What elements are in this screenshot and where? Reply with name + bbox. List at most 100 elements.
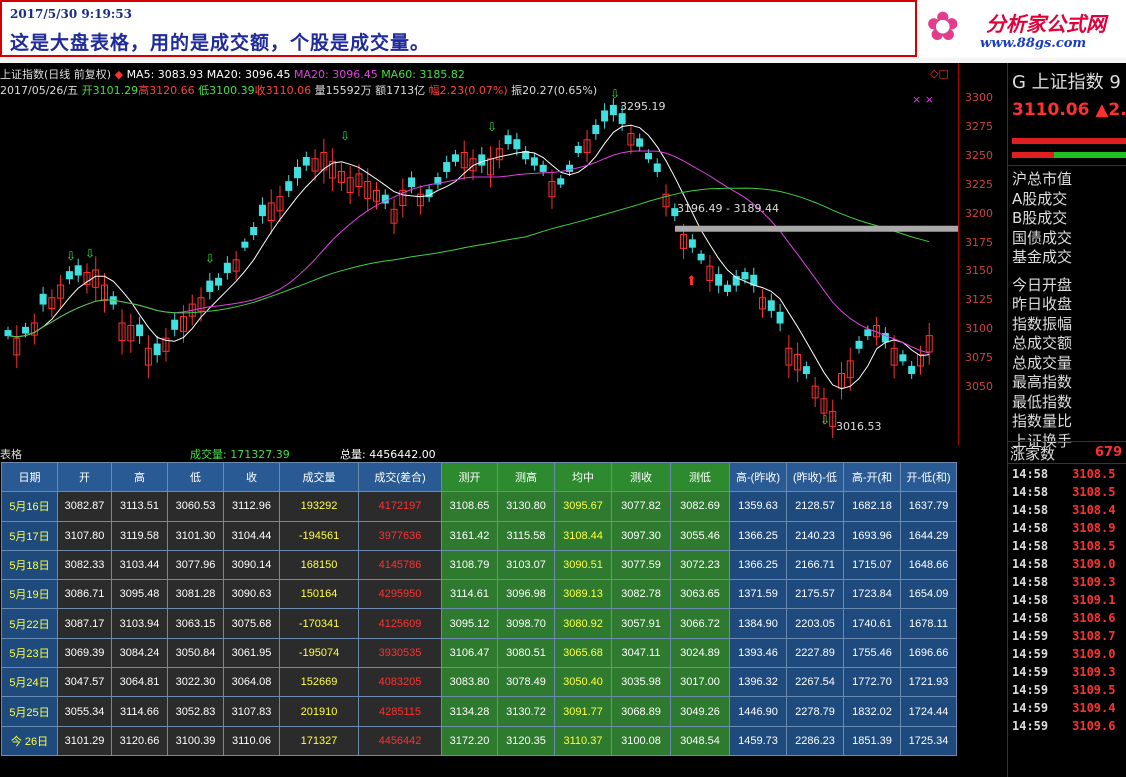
table-cell: 4125609 <box>358 608 442 639</box>
ohlc-vol: 量15592万 <box>314 84 372 97</box>
table-cell: 2286.23 <box>786 725 844 756</box>
candle-body <box>478 154 486 166</box>
col-header[interactable]: 开 <box>57 461 112 493</box>
stat-label: 总成交量 <box>1012 353 1073 372</box>
table-row[interactable]: 5月18日 3082.33 3103.44 3077.96 3090.14 168150 4… <box>1 549 957 581</box>
stat-label: 指数振幅 <box>1012 314 1073 333</box>
data-table[interactable]: 日期开高低收成交量 成交(差合) 测开 测高 均中 测收 测低 高-(昨收) (昨收)-低 高-开… <box>1 461 957 756</box>
stat-label: 国债成交 <box>1012 228 1073 247</box>
table-cell: 3055.46 <box>670 520 730 551</box>
candle-body <box>443 162 451 172</box>
table-cell: 2227.89 <box>786 637 844 669</box>
table-cell: 3106.47 <box>441 637 498 669</box>
tick-price: 3108.5 <box>1072 539 1116 553</box>
table-cell: -195074 <box>279 637 359 669</box>
table-cell: 171327 <box>279 725 359 756</box>
table-cell: 3095.12 <box>441 608 498 639</box>
table-cell: 3078.49 <box>497 667 555 698</box>
table-row[interactable]: 5月17日 3107.80 3119.58 3101.30 3104.44 -194561… <box>1 520 957 551</box>
site-logo[interactable]: ✿ 分析家公式网 www.88gs.com <box>920 0 1126 58</box>
col-header[interactable]: (昨收)-低 <box>786 461 844 493</box>
table-cell: 3075.68 <box>223 608 280 639</box>
table-cell: 1648.66 <box>900 549 957 581</box>
table-cell: 3080.51 <box>497 637 555 669</box>
candle-body <box>171 319 179 330</box>
chart-title: 上证指数(日线 前复权) <box>0 68 112 81</box>
col-header[interactable]: 收 <box>223 461 280 493</box>
table-cell: 1725.34 <box>900 725 957 756</box>
price-change: ▲2. <box>1095 100 1126 120</box>
table-row[interactable]: 5月16日 3082.87 3113.51 3060.53 3112.96 193292 4… <box>1 491 957 522</box>
stat-label: 沪总市值 <box>1012 170 1073 188</box>
col-header[interactable]: 测收 <box>611 461 671 493</box>
col-header[interactable]: 测高 <box>497 461 555 493</box>
table-row[interactable]: 5月25日 3055.34 3114.66 3052.83 3107.83 201910 4… <box>1 696 957 727</box>
tick-row: 14:59 3109.4 <box>1012 701 1115 715</box>
candle-body <box>855 340 863 349</box>
table-cell: 193292 <box>279 491 359 522</box>
table-cell: 3082.78 <box>611 579 671 610</box>
candle-body <box>636 138 644 147</box>
table-cell: 3035.98 <box>611 667 671 698</box>
kline-chart[interactable]: ⇩ ⇩ ⇩ ⇩ ⇩ ⇩ ⇩ ⬆ <box>0 63 1007 445</box>
table-cell: 3063.65 <box>670 579 730 610</box>
col-header[interactable]: 日期 <box>1 461 58 493</box>
table-cell: 1772.70 <box>843 667 901 698</box>
candle-body <box>153 343 161 356</box>
ma5-line <box>7 124 930 390</box>
table-row[interactable]: 5月22日 3087.17 3103.94 3063.15 3075.68 -170341… <box>1 608 957 639</box>
message-box: 2017/5/30 9:19:53 这是大盘表格，用的是成交额，个股是成交量。 <box>0 0 917 57</box>
table-cell: 3114.61 <box>441 579 498 610</box>
candle-body <box>206 280 214 292</box>
table-cell: 3081.28 <box>167 579 224 610</box>
table-cell: 3084.24 <box>111 637 168 669</box>
col-header[interactable]: 成交(差合) <box>358 461 442 493</box>
col-header[interactable]: 均中 <box>554 461 612 493</box>
candle-body <box>802 366 810 375</box>
tick-row: 14:59 3109.0 <box>1012 647 1115 661</box>
table-cell: 3047.11 <box>611 637 671 669</box>
col-header[interactable]: 高-开(和 <box>843 461 901 493</box>
col-header[interactable]: 测开 <box>441 461 498 493</box>
col-header[interactable]: 高-(昨收) <box>729 461 787 493</box>
table-cell: 1696.66 <box>900 637 957 669</box>
candle-body <box>864 329 872 337</box>
candle-body <box>39 293 47 305</box>
table-cell: 201910 <box>279 696 359 727</box>
table-cell: 3091.77 <box>554 696 612 727</box>
candle-body <box>522 151 530 160</box>
candle-body <box>65 271 73 280</box>
table-cell: 3120.35 <box>497 725 555 756</box>
table-cell: 2140.23 <box>786 520 844 551</box>
col-header[interactable]: 成交量 <box>279 461 359 493</box>
table-cell: 4145786 <box>358 549 442 581</box>
index-price: 3110.06 ▲2. <box>1012 100 1126 120</box>
table-cell: 152669 <box>279 667 359 698</box>
tick-price: 3109.5 <box>1072 683 1116 697</box>
tick-price: 3108.4 <box>1072 503 1116 517</box>
col-header[interactable]: 低 <box>167 461 224 493</box>
y-tick-label: 3275 <box>965 119 993 133</box>
table-row[interactable]: 5月24日 3047.57 3064.81 3022.30 3064.08 152669 4… <box>1 667 957 698</box>
table-cell: 3072.23 <box>670 549 730 581</box>
table-row[interactable]: 5月19日 3086.71 3095.48 3081.28 3090.63 150164 4… <box>1 579 957 610</box>
table-row[interactable]: 5月23日 3069.39 3084.24 3050.84 3061.95 -195074… <box>1 637 957 669</box>
table-cell: 3103.07 <box>497 549 555 581</box>
kline-svg: ⇩ ⇩ ⇩ ⇩ ⇩ ⇩ ⇩ ⬆ <box>4 87 958 439</box>
stat-label: 基金成交 <box>1012 248 1073 266</box>
candle-body <box>697 253 705 261</box>
candle-body <box>4 330 12 337</box>
col-header[interactable]: 开-低(和) <box>900 461 957 493</box>
table-cell: 3161.42 <box>441 520 498 551</box>
candle-body <box>776 311 784 324</box>
y-tick-label: 3250 <box>965 148 993 162</box>
table-cell: 3095.48 <box>111 579 168 610</box>
table-cell: 5月17日 <box>1 520 58 551</box>
col-header[interactable]: 高 <box>111 461 168 493</box>
flower-icon: ✿ <box>926 4 960 50</box>
peak-label: 3295.19 <box>620 100 666 113</box>
table-row[interactable]: 今 26日 3101.29 3120.66 3100.39 3110.06 171327 4… <box>1 725 957 756</box>
candle-body <box>592 124 600 135</box>
col-header[interactable]: 测低 <box>670 461 730 493</box>
candle-body <box>557 178 565 185</box>
